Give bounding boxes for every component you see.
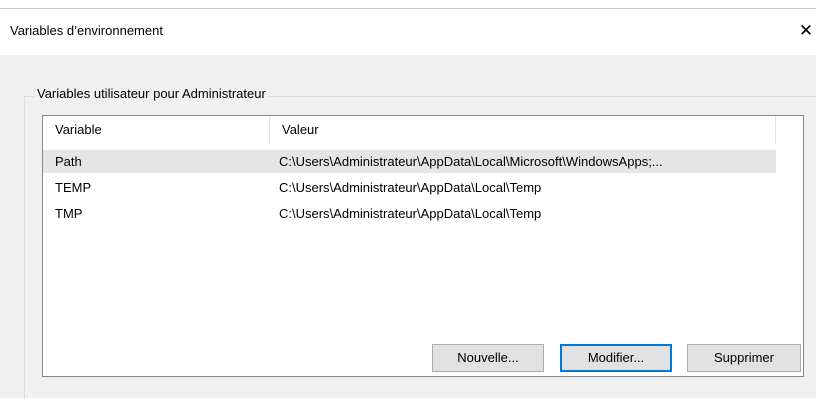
list-header: Variable Valeur — [43, 116, 803, 144]
row-variable-value: C:\Users\Administrateur\AppData\Local\Te… — [279, 180, 542, 195]
row-variable-name: TEMP — [55, 180, 92, 195]
delete-variable-button[interactable]: Supprimer — [687, 344, 801, 372]
user-variables-list[interactable]: Variable Valeur Path C:\Users\Administra… — [42, 115, 804, 377]
row-variable-value: C:\Users\Administrateur\AppData\Local\Te… — [279, 206, 542, 221]
column-header-variable[interactable]: Variable — [43, 116, 270, 144]
column-header-valeur[interactable]: Valeur — [270, 116, 776, 144]
row-variable-name: Path — [55, 154, 82, 169]
dialog-body: Variables utilisateur pour Administrateu… — [0, 55, 816, 399]
user-variables-legend: Variables utilisateur pour Administrateu… — [34, 86, 269, 101]
row-variable-name: TMP — [55, 206, 83, 221]
close-icon[interactable]: ✕ — [796, 17, 816, 45]
table-row-path[interactable]: Path C:\Users\Administrateur\AppData\Loc… — [43, 150, 776, 173]
environment-variables-dialog: Variables d’environnement ✕ Variables ut… — [0, 0, 816, 399]
title-bar[interactable]: Variables d’environnement ✕ — [0, 9, 816, 55]
row-variable-value: C:\Users\Administrateur\AppData\Local\Mi… — [279, 154, 663, 169]
edit-variable-button[interactable]: Modifier... — [560, 344, 672, 372]
table-row-tmp[interactable]: TMP C:\Users\Administrateur\AppData\Loca… — [43, 202, 776, 225]
window-title: Variables d’environnement — [10, 23, 163, 38]
table-row-temp[interactable]: TEMP C:\Users\Administrateur\AppData\Loc… — [43, 176, 776, 199]
new-variable-button[interactable]: Nouvelle... — [432, 344, 544, 372]
